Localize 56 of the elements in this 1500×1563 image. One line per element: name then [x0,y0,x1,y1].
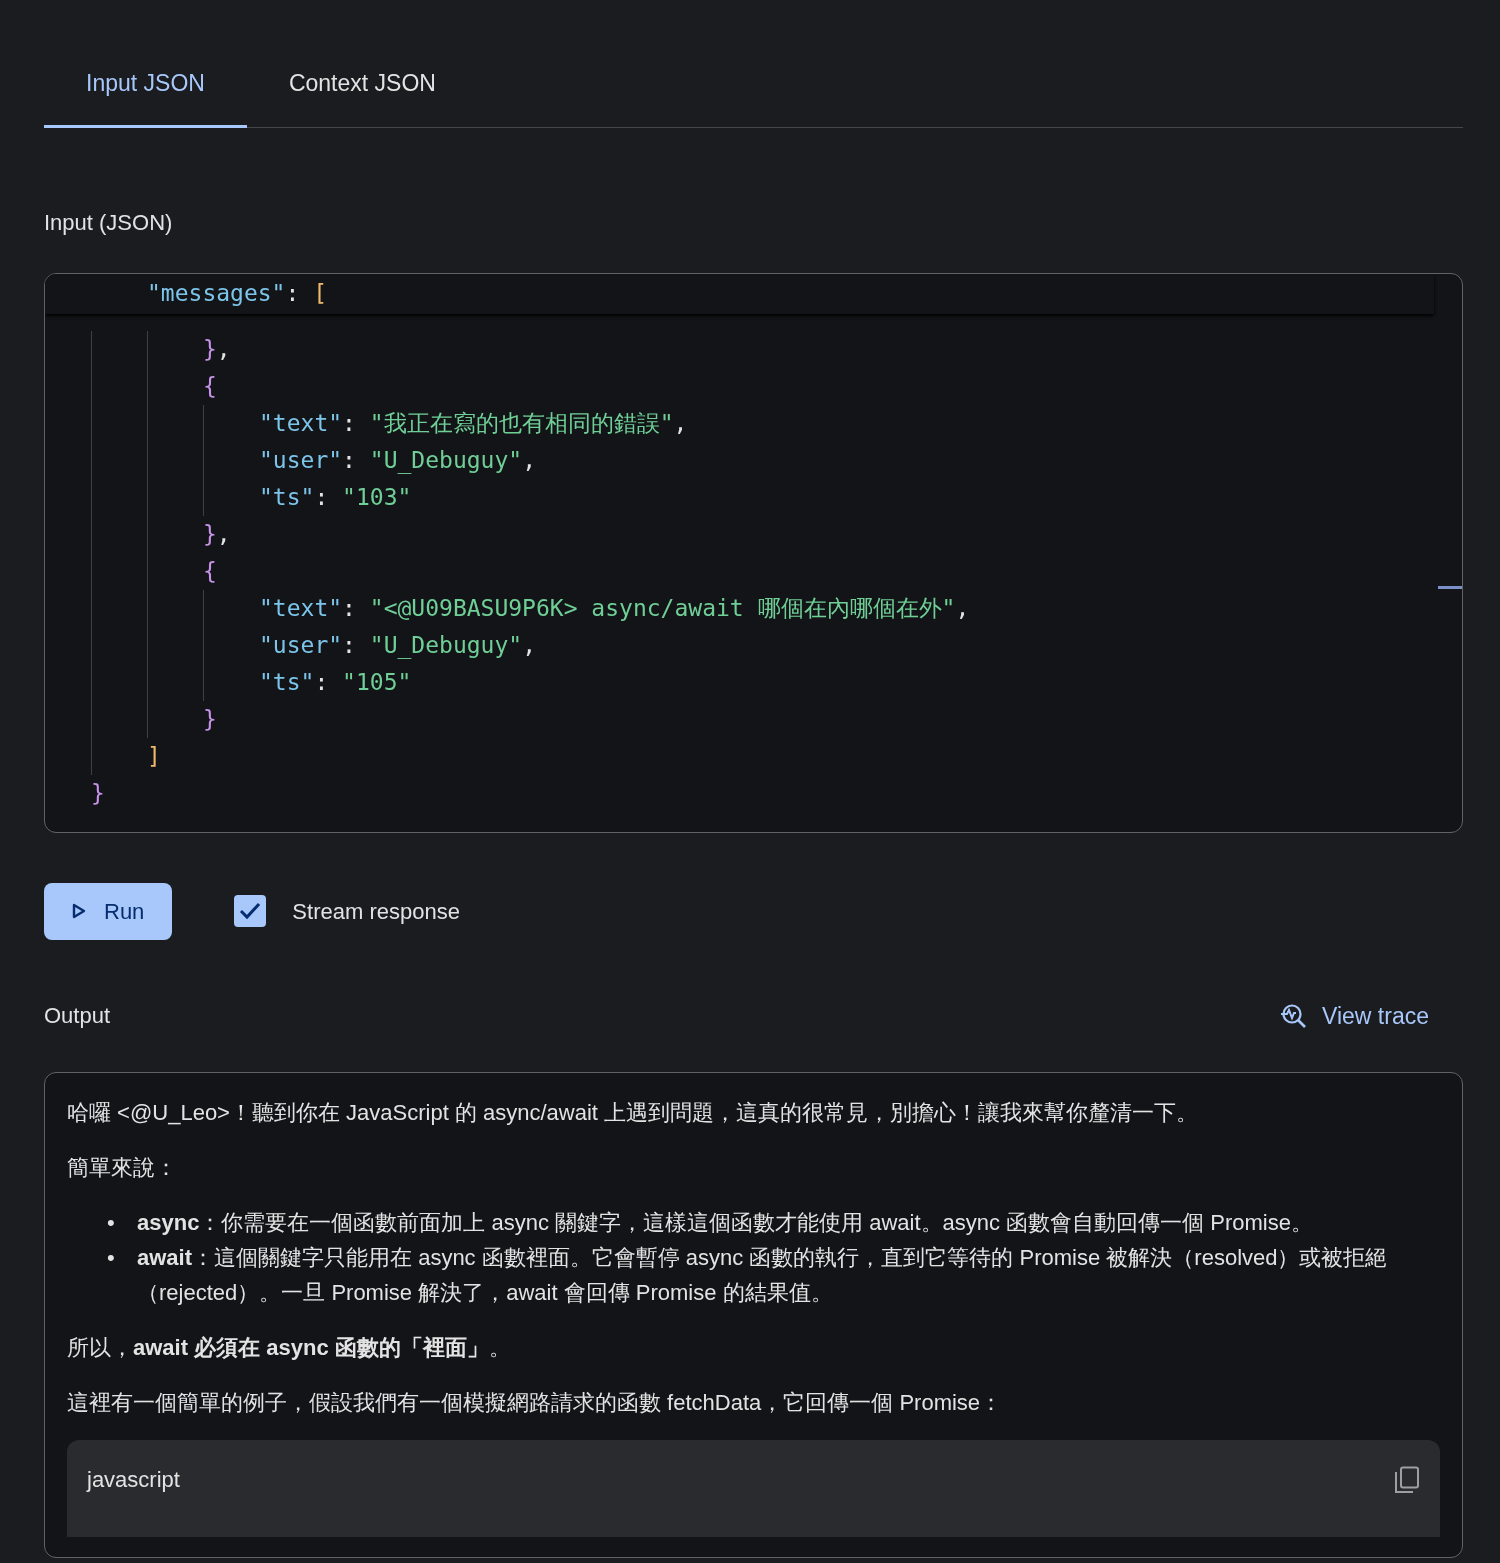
code-text: "105" [342,667,412,697]
code-text: [ [313,278,328,308]
code-text: "ts" [259,667,315,697]
tab[interactable]: Input JSON [44,56,247,128]
play-icon [72,903,86,919]
check-icon [238,901,263,921]
code-text: , [216,519,231,549]
copy-icon[interactable] [1394,1465,1420,1494]
code-text: "text" [259,593,343,623]
run-button[interactable]: Run [44,882,173,940]
code-text: : [314,667,330,697]
code-text: "我正在寫的也有相同的錯誤" [369,408,674,438]
paragraph: 所以，await 必須在 async 函數的「裡面」。 [67,1334,512,1362]
checkbox-label: Stream response [292,897,460,926]
code-text: , [216,334,231,364]
view-trace-link[interactable]: View trace [1274,997,1435,1034]
code-text: ] [147,741,161,771]
code-text: : [285,278,301,308]
code-text: "messages" [147,278,286,308]
list-item: await：這個關鍵字只能用在 async 函數裡面。它會暫停 async 函數的執行，直到它等待的 Promise 被解決（resolved）或被拒絕（rejected）。一旦 Promise 解決了，await 會回傳 Promise 的結果值。 [137,1244,1389,1307]
code-text: : [314,482,330,512]
code-text: { [203,556,217,586]
code-text: , [522,445,536,475]
code-text: "text" [259,408,343,438]
paragraph: 哈囉 <@U_Leo>！聽到你在 JavaScript 的 async/await 上遇到問題，這真的很常見，別擔心！讓我來幫你釐清一下。 [67,1099,1200,1127]
code-text: "ts" [259,482,315,512]
code-text: } [203,704,217,734]
code-text: } [91,778,105,808]
code-text: : [342,445,357,475]
checkbox[interactable] [234,895,267,927]
paragraph: 這裡有一個簡單的例子，假設我們有一個模擬網路請求的函數 fetchData，它回傳一個 Promise： [67,1389,1004,1417]
code-text: : [342,630,357,660]
bullet: • [107,1244,116,1272]
code-text: } [203,519,217,549]
code-text: : [342,408,357,438]
paragraph: 簡單來說： [67,1154,178,1182]
code-text: "103" [342,482,412,512]
code-text: , [522,630,536,660]
code-editor[interactable]: "messages": [ }, { "text": "我正在寫的也有相同的錯誤", "user": "U_Debuguy", "ts": "103" }, { "text": "<@U09BASU9P6K> async/await 哪個在內哪個在外", "user": "U_Debuguy", "ts": "105" } ] } [44,272,1463,833]
bullet: • [107,1209,116,1237]
code-text: "user" [259,445,343,475]
code-text: "U_Debuguy" [369,445,523,476]
code-text: { [203,371,217,401]
code-text: , [955,593,970,623]
code-text: "<@U09BASU9P6K> async/await 哪個在內哪個在外" [369,593,956,623]
list-item: async：你需要在一個函數前面加上 async 關鍵字，這樣這個函數才能使用 await。async 函數會自動回傳一個 Promise。 [137,1209,1314,1237]
tab[interactable]: Context JSON [246,56,478,128]
section-label: Input (JSON) [44,208,174,237]
code-text: : [342,593,357,623]
code-text: , [673,408,688,438]
section-label: Output [44,1002,111,1031]
code-text: "U_Debuguy" [369,630,523,661]
code-text: "user" [259,630,343,660]
code-language: javascript [87,1466,180,1494]
overview-ruler-mark [1438,585,1462,589]
code-text: } [203,334,217,364]
